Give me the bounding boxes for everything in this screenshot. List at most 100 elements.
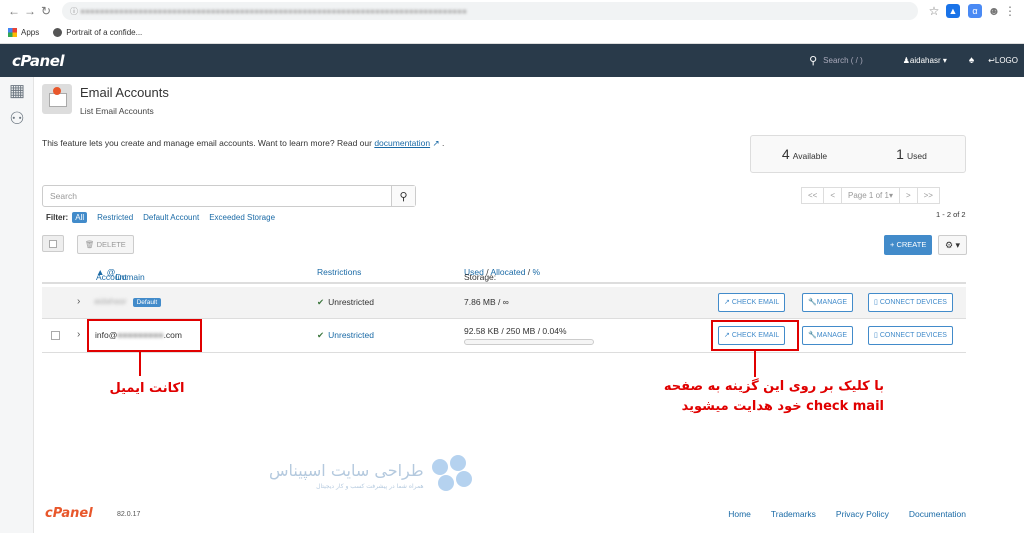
logout-icon: ↩ xyxy=(988,56,995,65)
wrench-icon: 🔧 xyxy=(808,299,817,306)
annotation-arrow xyxy=(139,352,141,376)
delete-button[interactable]: 🗑 DELETE xyxy=(77,235,134,254)
footer-link-documentation[interactable]: Documentation xyxy=(909,509,966,519)
filter-default[interactable]: Default Account xyxy=(143,213,199,222)
search-icon: ⚲ xyxy=(809,55,818,67)
bookmarks-bar: Apps Portrait of a confide... xyxy=(0,22,1024,42)
reload-icon[interactable]: ↻ xyxy=(38,3,54,19)
users-icon[interactable]: ⚇ xyxy=(0,105,34,133)
check-email-highlight xyxy=(711,320,799,351)
manage-button[interactable]: 🔧MANAGE xyxy=(802,293,854,312)
account-cell: aidahasr Default xyxy=(94,296,162,307)
bookmark-apps[interactable]: Apps xyxy=(8,27,39,37)
mobile-icon: ▯ xyxy=(874,332,878,339)
user-menu[interactable]: ♟aidahasr ▾ xyxy=(903,56,947,65)
table-row: › aidahasr Default ✔ Unrestricted 7.86 MB … xyxy=(42,287,966,319)
page-header: Email Accounts List Email Accounts xyxy=(42,84,169,116)
check-email-annotation-line2: check mail خود هدایت میشوید xyxy=(681,399,884,414)
footer-logo: cPanel xyxy=(45,506,93,521)
page-description: This feature lets you create and manage … xyxy=(42,138,445,148)
cpanel-topbar: cPanel ⚲ Search ( / ) ♟aidahasr ▾ ♠ ↩LOGO xyxy=(0,44,1024,77)
account-domain-header[interactable]: Account ▲ @ Domain xyxy=(96,267,145,282)
settings-gear-button[interactable]: ⚙ ▾ xyxy=(938,235,967,255)
footer-link-home[interactable]: Home xyxy=(728,509,751,519)
footer-links: Home Trademarks Privacy Policy Documenta… xyxy=(708,509,966,519)
filter-all[interactable]: All xyxy=(72,212,88,223)
browser-chrome: ← → ↻ ⓘ ■■■■■■■■■■■■■■■■■■■■■■■■■■■■■■■■… xyxy=(0,0,1024,44)
grid-icon[interactable]: ▦ xyxy=(0,77,34,105)
storage-cell: 7.86 MB / ∞ xyxy=(464,297,509,307)
address-url: ■■■■■■■■■■■■■■■■■■■■■■■■■■■■■■■■■■■■■■■■… xyxy=(80,6,467,16)
star-icon[interactable]: ☆ xyxy=(926,3,942,19)
search-button[interactable]: ⚲ xyxy=(391,186,415,206)
annotation-arrow xyxy=(754,351,756,377)
account-stats: 4 Available 1 Used xyxy=(750,135,966,173)
restriction-cell: ✔ Unrestricted xyxy=(317,330,374,340)
main-content: Email Accounts List Email Accounts This … xyxy=(34,77,1024,533)
gear-icon: ⚙ xyxy=(944,240,954,250)
top-search[interactable]: ⚲ Search ( / ) xyxy=(809,54,863,67)
search-icon: ⚲ xyxy=(399,190,408,203)
forward-icon[interactable]: → xyxy=(22,3,38,19)
browser-toolbar: ← → ↻ ⓘ ■■■■■■■■■■■■■■■■■■■■■■■■■■■■■■■■… xyxy=(0,0,1024,22)
result-count: 1 - 2 of 2 xyxy=(936,210,966,219)
first-page-button[interactable]: << xyxy=(801,187,825,204)
check-icon: ✔ xyxy=(317,330,325,340)
filter-label: Filter: xyxy=(46,213,69,222)
profile-icon[interactable]: ☻ xyxy=(986,3,1002,19)
connect-devices-button[interactable]: ▯ CONNECT DEVICES xyxy=(868,326,953,345)
lock-icon: ⓘ xyxy=(70,6,81,16)
storage-header: Storage: Used / Allocated / % xyxy=(464,267,541,282)
bell-icon[interactable]: ♠ xyxy=(969,55,974,66)
check-email-button[interactable]: ↗ CHECK EMAIL xyxy=(718,293,786,312)
mobile-icon: ▯ xyxy=(874,299,878,306)
footer-link-privacy[interactable]: Privacy Policy xyxy=(836,509,889,519)
create-button[interactable]: + CREATE xyxy=(884,235,933,255)
cpanel-logo[interactable]: cPanel xyxy=(0,52,65,70)
storage-cell: 92.58 KB / 250 MB / 0.04% xyxy=(464,326,567,336)
filter-bar: Filter: All Restricted Default Account E… xyxy=(46,212,285,223)
watermark: طراحی سایت اسپیناس همراه شما در پیشرفت ک… xyxy=(269,455,482,495)
page-title: Email Accounts xyxy=(80,85,169,100)
trash-icon: 🗑 xyxy=(85,240,95,249)
check-icon: ✔ xyxy=(317,297,325,307)
email-account-highlight xyxy=(87,319,202,352)
select-all-checkbox[interactable] xyxy=(42,235,64,252)
user-icon: ♟ xyxy=(902,56,910,65)
globe-icon xyxy=(53,27,63,37)
address-bar[interactable]: ⓘ ■■■■■■■■■■■■■■■■■■■■■■■■■■■■■■■■■■■■■■… xyxy=(62,2,918,20)
page-select[interactable]: Page 1 of 1▾ xyxy=(841,187,900,204)
extension-icon[interactable]: ▲ xyxy=(946,4,960,18)
logout-button[interactable]: ↩LOGO xyxy=(988,56,1018,65)
search-input[interactable]: Search xyxy=(43,186,391,206)
watermark-logo-icon xyxy=(431,455,482,495)
expand-chevron-icon[interactable]: › xyxy=(77,296,80,307)
documentation-link[interactable]: documentation xyxy=(374,138,430,148)
last-page-button[interactable]: >> xyxy=(916,187,940,204)
bookmark-portrait[interactable]: Portrait of a confide... xyxy=(53,27,142,37)
translate-icon[interactable]: α xyxy=(968,4,982,18)
filter-exceeded[interactable]: Exceeded Storage xyxy=(209,213,275,222)
used-stat: 1 Used xyxy=(896,146,927,162)
manage-button[interactable]: 🔧MANAGE xyxy=(802,326,854,345)
restrictions-header[interactable]: Restrictions xyxy=(317,267,361,277)
footer-link-trademarks[interactable]: Trademarks xyxy=(771,509,816,519)
apps-grid-icon xyxy=(8,27,17,37)
email-accounts-icon xyxy=(42,84,72,114)
expand-chevron-icon[interactable]: › xyxy=(77,329,80,340)
filter-restricted[interactable]: Restricted xyxy=(97,213,133,222)
available-stat: 4 Available xyxy=(781,146,828,162)
pagination: << < Page 1 of 1▾ > >> xyxy=(801,187,940,204)
email-account-annotation: اکانت ایمیل xyxy=(109,381,185,396)
next-page-button[interactable]: > xyxy=(898,187,918,204)
prev-page-button[interactable]: < xyxy=(823,187,843,204)
external-link-icon: ↗ xyxy=(432,138,440,148)
table-header: Account ▲ @ Domain Restrictions Storage:… xyxy=(42,262,966,284)
row-checkbox[interactable] xyxy=(51,331,60,340)
sidebar: ▦ ⚇ xyxy=(0,77,34,533)
connect-devices-button[interactable]: ▯ CONNECT DEVICES xyxy=(868,293,953,312)
storage-progress-bar xyxy=(464,339,594,345)
back-icon[interactable]: ← xyxy=(6,3,22,19)
menu-kebab-icon[interactable]: ⋮ xyxy=(1002,3,1018,19)
wrench-icon: 🔧 xyxy=(808,332,817,339)
